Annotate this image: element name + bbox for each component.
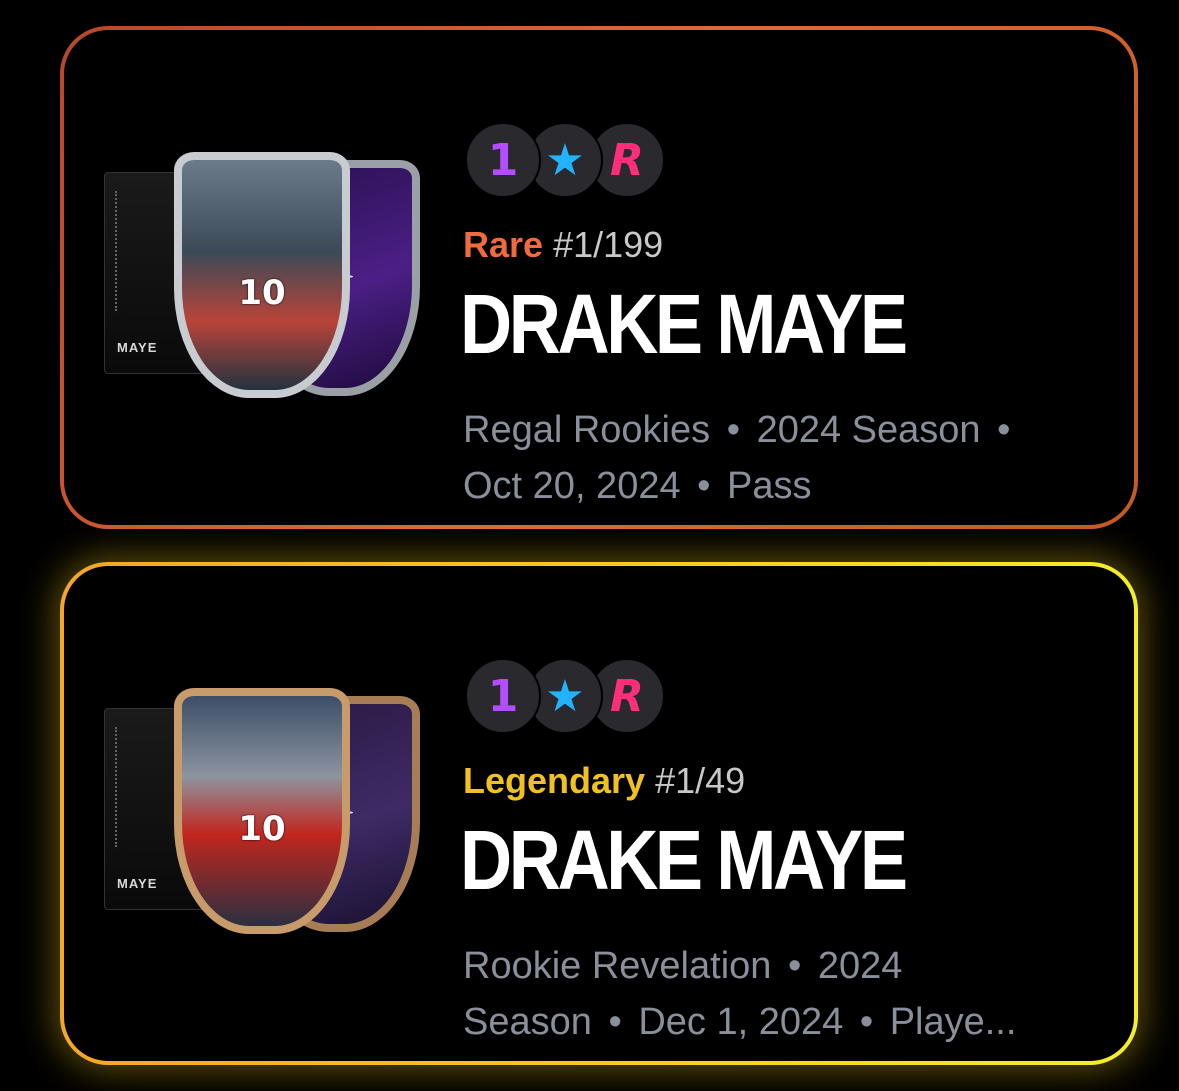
jersey-number: 10 <box>238 809 286 850</box>
badge-row: 1 ★ R <box>465 122 685 198</box>
separator-dot: • <box>787 945 802 987</box>
moment-meta: Rookie Revelation • 2024 Season • Dec 1,… <box>463 938 1103 1050</box>
season-cont: Season <box>463 1001 592 1043</box>
card-art: MAYE ✈ 10 <box>104 142 420 402</box>
set-name: Regal Rookies <box>463 409 711 451</box>
set-name: Rookie Revelation <box>463 945 772 987</box>
separator-dot: • <box>726 409 741 451</box>
player-name: DRAKE MAYE <box>460 277 908 371</box>
card-art: MAYE ✈ 10 <box>104 678 420 938</box>
moments-list: MAYE ✈ 10 1 ★ R Rare #1/199 DRAKE MAYE R… <box>0 0 1179 1091</box>
number-one-badge-icon: 1 <box>465 122 541 198</box>
play-type: Playe... <box>889 1001 1017 1043</box>
game-date: Dec 1, 2024 <box>638 1001 844 1043</box>
play-type: Pass <box>727 465 812 507</box>
rarity-line: Legendary #1/49 <box>463 760 745 802</box>
moment-card-legendary[interactable]: MAYE ✈ 10 1 ★ R Legendary #1/49 DRAKE MA… <box>60 562 1138 1065</box>
number-one-badge-icon: 1 <box>465 658 541 734</box>
season: 2024 Season <box>756 409 981 451</box>
jersey-number: 10 <box>238 273 286 314</box>
moment-meta: Regal Rookies • 2024 Season • Oct 20, 20… <box>463 402 1103 514</box>
rarity-tier: Rare <box>463 224 544 265</box>
separator-dot: • <box>859 1001 874 1043</box>
rarity-line: Rare #1/199 <box>463 224 663 266</box>
serial-number: #1/199 <box>553 224 664 265</box>
separator-dot: • <box>697 465 711 507</box>
player-name: DRAKE MAYE <box>460 813 908 907</box>
box-label: MAYE <box>117 876 158 891</box>
game-date: Oct 20, 2024 <box>463 465 681 507</box>
serial-number: #1/49 <box>655 760 746 801</box>
moment-card-rare[interactable]: MAYE ✈ 10 1 ★ R Rare #1/199 DRAKE MAYE R… <box>60 26 1138 529</box>
player-photo-shield: 10 <box>174 688 350 934</box>
badge-row: 1 ★ R <box>465 658 685 734</box>
box-label: MAYE <box>117 340 158 355</box>
season: 2024 <box>817 945 903 987</box>
separator-dot: • <box>608 1001 622 1043</box>
box-ticks <box>115 727 121 847</box>
player-photo-shield: 10 <box>174 152 350 398</box>
rarity-tier: Legendary <box>463 760 646 801</box>
box-ticks <box>115 191 121 311</box>
separator-dot: • <box>997 409 1011 451</box>
